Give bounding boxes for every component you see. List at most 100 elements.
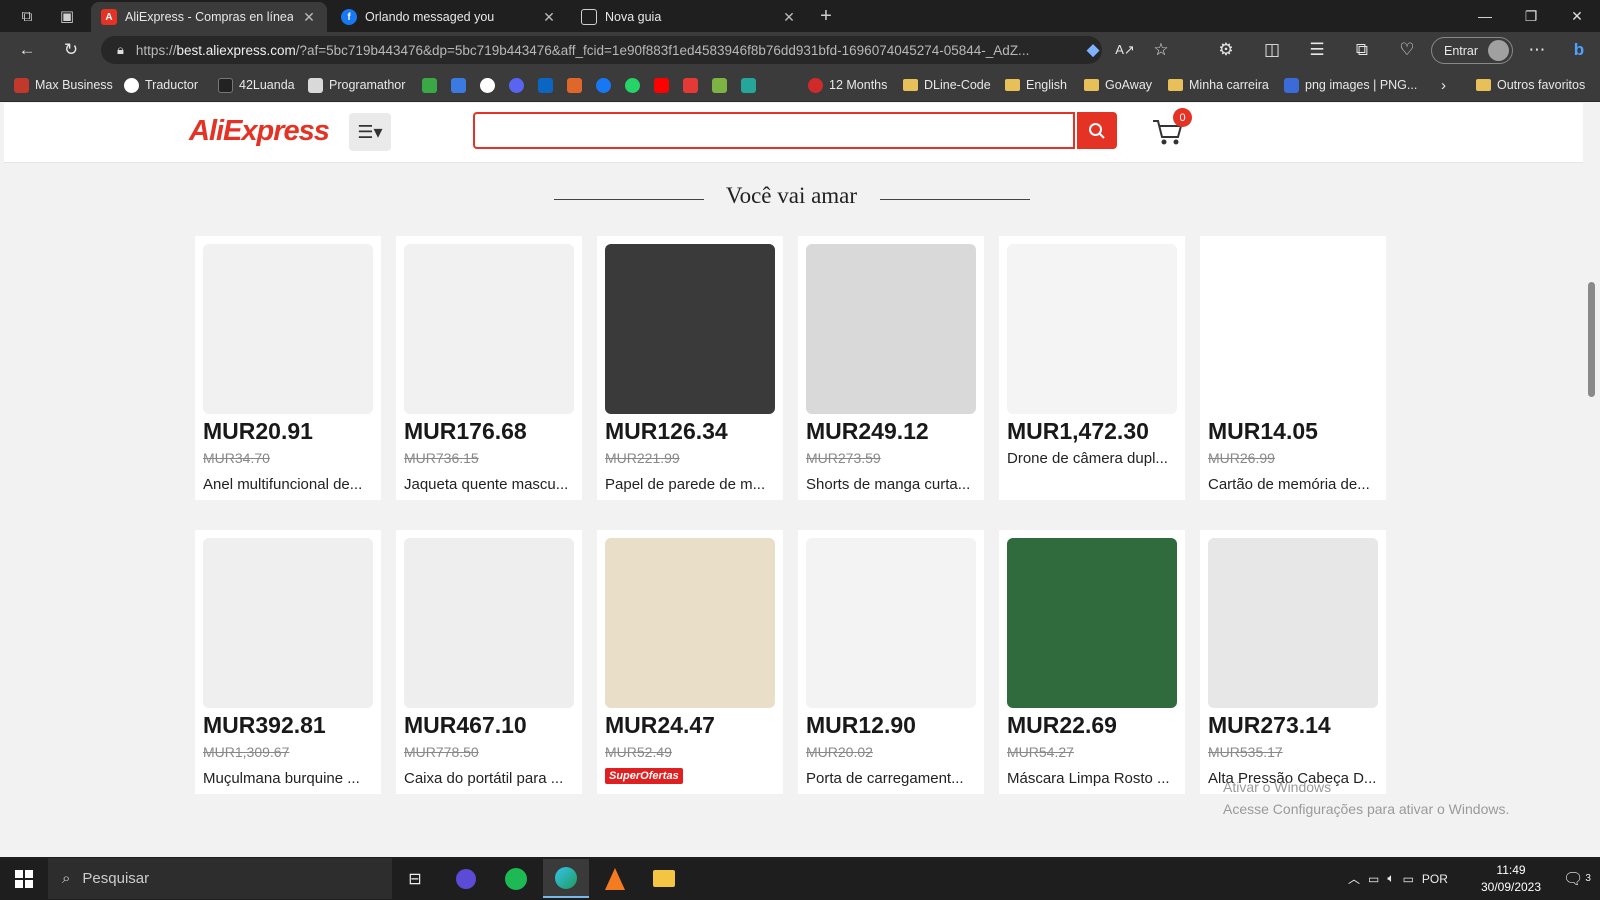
workspaces-icon[interactable]: ⧉ (14, 4, 40, 28)
product-name[interactable]: Shorts de manga curta... (806, 476, 978, 493)
category-menu-button[interactable]: ☰▾ (349, 113, 391, 151)
product-card[interactable]: MUR22.69 MUR54.27 Máscara Limpa Rosto ... (999, 530, 1185, 794)
bookmark-12-months[interactable]: 12 Months (808, 76, 887, 94)
network-icon[interactable]: ▭ (1403, 872, 1414, 886)
d-icon[interactable] (741, 77, 756, 93)
bookmark-dline-code[interactable]: DLine-Code (903, 76, 991, 94)
close-tab-icon[interactable]: ✕ (541, 9, 557, 26)
product-card[interactable]: MUR273.14 MUR535.17 Alta Pressão Cabeça D.… (1200, 530, 1386, 794)
tab-new[interactable]: Nova guia ✕ (571, 2, 807, 32)
back-icon[interactable]: ← (12, 36, 42, 64)
address-bar[interactable]: 🔒︎ https://best.aliexpress.com/?af=5bc71… (101, 36, 1102, 64)
aliexpress-logo[interactable]: AliExpress (189, 115, 330, 148)
tab-facebook[interactable]: f Orlando messaged you ✕ (331, 2, 567, 32)
marble-wallpaper-image[interactable] (605, 244, 775, 414)
product-card[interactable]: MUR1,472.30 Drone de câmera dupl... (999, 236, 1185, 500)
task-view-icon[interactable]: ⊟ (392, 859, 438, 898)
volume-icon[interactable]: 🔈︎ (1387, 871, 1394, 886)
product-name[interactable]: Drone de câmera dupl... (1007, 450, 1179, 467)
bookmark-blue-icon[interactable] (451, 77, 466, 93)
copilot-icon[interactable]: b (1564, 36, 1594, 64)
product-name[interactable]: Máscara Limpa Rosto ... (1007, 770, 1179, 787)
close-window-icon[interactable]: ✕ (1554, 0, 1600, 32)
minimize-icon[interactable]: — (1462, 0, 1508, 32)
bookmark-png-images[interactable]: png images | PNG... (1284, 76, 1417, 94)
download-green-icon[interactable] (712, 77, 727, 93)
linkedin-icon[interactable] (538, 77, 553, 93)
green-mask-image[interactable] (1007, 538, 1177, 708)
memory-card-image[interactable] (1208, 244, 1378, 414)
github-icon[interactable] (480, 77, 495, 93)
search-button[interactable] (1077, 112, 1117, 149)
product-name[interactable]: Anime Bounty Wanted... (605, 792, 777, 794)
vlc-icon[interactable] (592, 859, 638, 898)
battery-icon[interactable]: ▭ (1368, 872, 1379, 886)
download-red-icon[interactable] (683, 77, 698, 93)
spotify-icon[interactable] (493, 859, 539, 898)
whatsapp-icon[interactable] (625, 77, 640, 93)
more-options-icon[interactable]: ⋯ (1522, 36, 1552, 64)
chart-icon[interactable] (567, 77, 582, 93)
page-scrollbar[interactable] (1583, 103, 1600, 857)
product-name[interactable]: Anel multifuncional de... (203, 476, 375, 493)
start-button[interactable] (0, 859, 48, 898)
facebook-icon[interactable] (596, 77, 611, 93)
puffer-jacket-image[interactable] (404, 244, 574, 414)
product-name[interactable]: Cartão de memória de... (1208, 476, 1380, 493)
product-card[interactable]: MUR249.12 MUR273.59 Shorts de manga curta.… (798, 236, 984, 500)
drone-image[interactable] (1007, 244, 1177, 414)
bookmark-traductor[interactable]: Traductor (124, 76, 198, 94)
bookmark-minha-carreira[interactable]: Minha carreira (1168, 76, 1269, 94)
new-tab-icon[interactable]: + (813, 4, 839, 28)
collections-icon[interactable]: ⧉ (1347, 36, 1377, 64)
orange-outfit-image[interactable] (806, 244, 976, 414)
shower-head-image[interactable] (1208, 538, 1378, 708)
product-name[interactable]: Jaqueta quente mascu... (404, 476, 576, 493)
bookmark-programathor[interactable]: Programathor (308, 76, 405, 94)
cleaning-kit-image[interactable] (806, 538, 976, 708)
smart-ring-image[interactable] (203, 244, 373, 414)
burkini-image[interactable] (203, 538, 373, 708)
refresh-icon[interactable]: ↻ (56, 36, 86, 64)
file-explorer-icon[interactable] (641, 859, 687, 898)
restore-icon[interactable]: ❐ (1508, 0, 1554, 32)
language-indicator[interactable]: POR (1422, 872, 1448, 886)
performance-icon[interactable]: ♡ (1392, 36, 1422, 64)
youtube-icon[interactable] (654, 77, 669, 93)
product-card[interactable]: MUR20.91 MUR34.70 Anel multifuncional de..… (195, 236, 381, 500)
bookmark-goaway[interactable]: GoAway (1084, 76, 1152, 94)
scrollbar-thumb[interactable] (1588, 282, 1595, 397)
split-screen-icon[interactable]: ◫ (1257, 36, 1287, 64)
close-tab-icon[interactable]: ✕ (781, 9, 797, 26)
product-name[interactable]: Papel de parede de m... (605, 476, 777, 493)
search-input[interactable] (473, 112, 1075, 149)
bookmark-english[interactable]: English (1005, 76, 1067, 94)
bookmark-42luanda[interactable]: 42Luanda (218, 76, 295, 94)
close-tab-icon[interactable]: ✕ (301, 9, 317, 26)
bookmark-outros-favoritos[interactable]: Outros favoritos (1476, 76, 1585, 94)
laptop-case-image[interactable] (404, 538, 574, 708)
product-name[interactable]: Porta de carregament... (806, 770, 978, 787)
taskbar-search[interactable]: ⌕ Pesquisar (48, 858, 392, 899)
tray-overflow-icon[interactable]: ︿ (1348, 870, 1360, 887)
product-card[interactable]: MUR467.10 MUR778.50 Caixa do portátil para… (396, 530, 582, 794)
product-card[interactable]: MUR12.90 MUR20.02 Porta de carregament... (798, 530, 984, 794)
extensions-icon[interactable]: ⚙ (1211, 36, 1241, 64)
bookmark-max-business[interactable]: Max Business (14, 76, 113, 94)
product-card[interactable]: MUR126.34 MUR221.99 Papel de parede de m..… (597, 236, 783, 500)
edge-icon[interactable] (543, 859, 589, 898)
system-clock[interactable]: 11:49 30/09/2023 (1478, 862, 1544, 896)
sign-in-button[interactable]: Entrar (1431, 37, 1513, 64)
bookmarks-overflow-icon[interactable]: › (1441, 76, 1446, 94)
tab-actions-icon[interactable]: ▣ (54, 4, 80, 28)
product-card[interactable]: MUR24.47 SuperOfertas MUR52.49 Anime Bounty… (597, 530, 783, 794)
tab-aliexpress[interactable]: A AliExpress - Compras en línea pa ✕ (91, 2, 327, 32)
shopping-tag-icon[interactable]: ◆ (1078, 36, 1108, 64)
favorites-icon[interactable]: ☰ (1302, 36, 1332, 64)
favorite-star-icon[interactable]: ☆ (1146, 36, 1176, 64)
app-circle-icon[interactable] (443, 859, 489, 898)
product-card[interactable]: MUR14.05 MUR26.99 Cartão de memória de... (1200, 236, 1386, 500)
product-card[interactable]: MUR176.68 MUR736.15 Jaqueta quente mascu..… (396, 236, 582, 500)
product-name[interactable]: Muçulmana burquine ... (203, 770, 375, 787)
notifications-button[interactable]: 🗨︎ 3 (1554, 859, 1600, 898)
